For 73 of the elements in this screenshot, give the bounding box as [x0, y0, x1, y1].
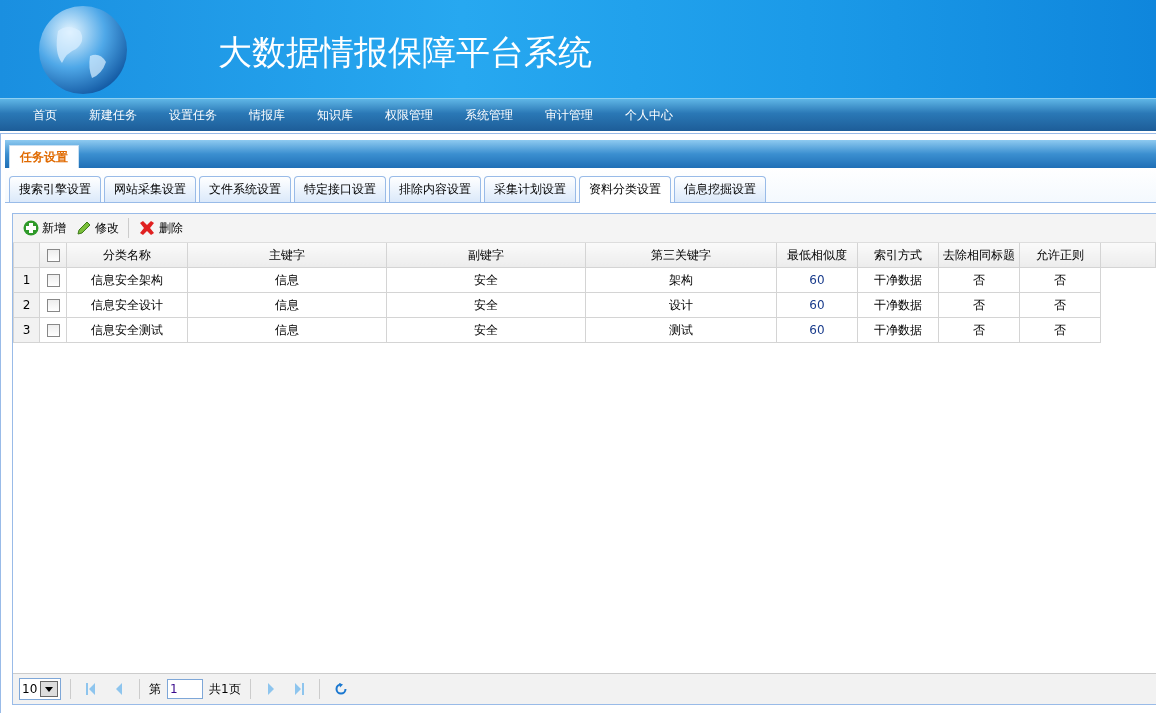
- column-header[interactable]: 副键字: [386, 243, 586, 268]
- pencil-icon: [76, 220, 92, 236]
- table-cell: 设计: [585, 292, 777, 318]
- table-cell: 否: [1019, 292, 1101, 318]
- nav-link[interactable]: 系统管理: [449, 106, 529, 124]
- table-cell: 否: [938, 267, 1020, 293]
- tab[interactable]: 信息挖掘设置: [674, 176, 766, 202]
- table-cell: 安全: [386, 317, 586, 343]
- table-cell: 否: [1019, 317, 1101, 343]
- table-cell: 信息: [187, 317, 387, 343]
- table-cell: 60: [776, 267, 858, 293]
- row-checkbox[interactable]: [46, 274, 60, 287]
- table-cell: 测试: [585, 317, 777, 343]
- last-page-icon: [293, 683, 304, 695]
- table-cell: 安全: [386, 292, 586, 318]
- nav-link[interactable]: 权限管理: [369, 106, 449, 124]
- select-all-checkbox[interactable]: [46, 249, 60, 262]
- table-cell: 信息: [187, 292, 387, 318]
- row-checkbox[interactable]: [46, 299, 60, 312]
- refresh-icon: [334, 683, 347, 695]
- table-cell: 60: [776, 317, 858, 343]
- tab[interactable]: 排除内容设置: [389, 176, 481, 202]
- page-size-select[interactable]: 10: [19, 678, 61, 700]
- table-cell: 否: [938, 317, 1020, 343]
- table-cell: 干净数据: [857, 292, 939, 318]
- nav-link[interactable]: 设置任务: [153, 106, 233, 124]
- add-button[interactable]: 新增: [19, 217, 70, 239]
- caret-icon: [45, 686, 53, 692]
- row-checkbox[interactable]: [46, 324, 60, 337]
- app-title: 大数据情报保障平台系统: [218, 31, 592, 74]
- edit-button[interactable]: 修改: [72, 217, 123, 239]
- table-cell: 干净数据: [857, 267, 939, 293]
- nav-link[interactable]: 新建任务: [73, 106, 153, 124]
- first-page-icon: [86, 683, 96, 695]
- tab[interactable]: 资料分类设置: [579, 176, 671, 203]
- nav-link[interactable]: 审计管理: [529, 106, 609, 124]
- table-cell: 否: [938, 292, 1020, 318]
- nav-link[interactable]: 个人中心: [609, 106, 689, 124]
- column-header[interactable]: 索引方式: [857, 243, 939, 268]
- tab[interactable]: 搜索引擎设置: [9, 176, 101, 202]
- tab[interactable]: 特定接口设置: [294, 176, 386, 202]
- table-cell: 信息安全设计: [66, 292, 188, 318]
- nav-link[interactable]: 首页: [17, 106, 73, 124]
- table-cell: 信息安全架构: [66, 267, 188, 293]
- tab[interactable]: 网站采集设置: [104, 176, 196, 202]
- delete-button[interactable]: 删除: [134, 217, 187, 239]
- plus-icon: [23, 220, 39, 236]
- table-cell: 干净数据: [857, 317, 939, 343]
- table-cell: 信息安全测试: [66, 317, 188, 343]
- page-total: 共1页: [209, 680, 241, 698]
- column-header[interactable]: 允许正则: [1019, 243, 1101, 268]
- cross-icon: [138, 220, 156, 236]
- row-number: 2: [13, 292, 40, 318]
- column-header[interactable]: 分类名称: [66, 243, 188, 268]
- next-page-icon: [265, 683, 276, 695]
- column-header[interactable]: 最低相似度: [776, 243, 858, 268]
- tab[interactable]: 采集计划设置: [484, 176, 576, 202]
- row-number: 1: [13, 267, 40, 293]
- table-cell: 安全: [386, 267, 586, 293]
- column-header[interactable]: 去除相同标题: [938, 243, 1020, 268]
- tab[interactable]: 文件系统设置: [199, 176, 291, 202]
- column-header[interactable]: 第三关键字: [585, 243, 777, 268]
- nav-link[interactable]: 情报库: [233, 106, 301, 124]
- table-cell: 否: [1019, 267, 1101, 293]
- column-header[interactable]: 主键字: [187, 243, 387, 268]
- table-cell: 信息: [187, 267, 387, 293]
- table-cell: 架构: [585, 267, 777, 293]
- row-number: 3: [13, 317, 40, 343]
- table-cell: 60: [776, 292, 858, 318]
- previous-page-icon: [114, 683, 124, 695]
- nav-link[interactable]: 知识库: [301, 106, 369, 124]
- page-number-field[interactable]: 1: [167, 679, 203, 699]
- page-label: 第: [149, 680, 161, 698]
